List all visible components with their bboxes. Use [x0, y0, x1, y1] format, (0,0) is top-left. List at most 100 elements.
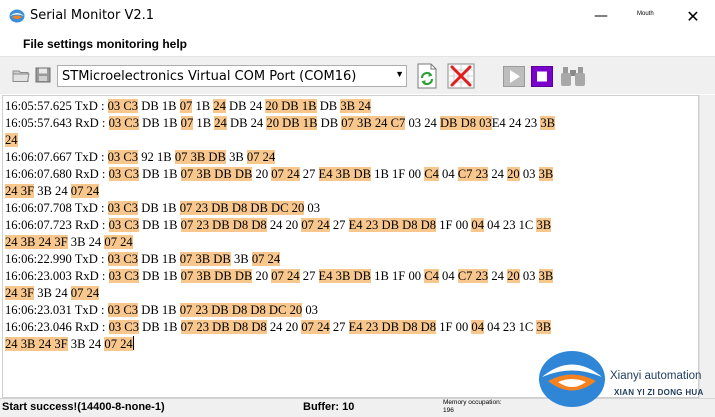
log-highlight: 07 24: [246, 150, 276, 164]
log-highlight: 03 C3: [107, 150, 139, 164]
log-text: 3B 24: [67, 337, 105, 351]
log-text: DB 1B: [138, 252, 180, 266]
save-icon[interactable]: [35, 67, 51, 83]
log-text: 27: [299, 167, 319, 181]
port-select[interactable]: STMicroelectronics Virtual COM Port (COM…: [57, 65, 407, 87]
log-text: 24: [488, 167, 508, 181]
log-highlight: 03 C3: [108, 269, 140, 283]
log-text: DB: [316, 99, 341, 113]
minimize-button[interactable]: —: [578, 0, 624, 32]
log-text: DB 1B: [138, 201, 180, 215]
log-highlight: 07 3B DB: [174, 150, 226, 164]
log-highlight: 07 23 DB D8 D8 DC 20: [179, 303, 303, 317]
log-highlight: 24 3B 24 3F: [5, 235, 68, 249]
log-highlight: 20: [507, 167, 520, 181]
memory-value: 196: [443, 407, 454, 414]
log-text: 3B: [225, 150, 247, 164]
log-highlight: C4: [424, 269, 439, 283]
title-bar: Serial Monitor V2.1 Mouth — ✕: [0, 0, 715, 32]
log-highlight: 03 C3: [108, 167, 140, 181]
log-line: 16:06:23.031 TxD : 03 C3 DB 1B 07 23 DB …: [5, 302, 318, 319]
monitor-output[interactable]: 16:05:57.625 TxD : 03 C3 DB 1B 07 1B 24 …: [2, 95, 699, 398]
log-text: 27: [329, 320, 349, 334]
status-bar: Start success!(14400-8-none-1) Buffer: 1…: [0, 398, 715, 417]
log-highlight: E4 23 DB D8 D8: [348, 218, 437, 232]
stop-icon[interactable]: [531, 66, 553, 87]
log-text: DB 1B: [138, 99, 180, 113]
log-line: 24 3B 24 3F 3B 24 07 24: [5, 234, 133, 251]
log-text: 04 23 1C: [484, 218, 537, 232]
log-highlight: 04: [471, 218, 484, 232]
log-text: 24: [488, 269, 508, 283]
close-button[interactable]: ✕: [670, 0, 715, 32]
log-text: DB 1B: [139, 320, 181, 334]
log-highlight: 24: [5, 133, 18, 147]
log-highlight: 07 24: [70, 286, 100, 300]
log-line: 24: [5, 132, 18, 149]
log-text: DB 1B: [139, 116, 181, 130]
log-text: DB 1B: [139, 218, 181, 232]
log-text: 16:05:57.625 TxD :: [5, 99, 108, 113]
log-highlight: 24 3F: [5, 184, 35, 198]
mouth-label: Mouth: [637, 11, 654, 17]
log-highlight: 03 C3: [108, 218, 140, 232]
log-highlight: 3B: [538, 269, 554, 283]
log-highlight: 03 C3: [107, 252, 139, 266]
log-text: 1B: [192, 99, 214, 113]
log-text: 20: [252, 269, 272, 283]
play-icon[interactable]: [503, 66, 525, 87]
log-text: 03 24: [405, 116, 440, 130]
log-highlight: DB D8 03: [439, 116, 492, 130]
log-highlight: 20 DB 1B: [266, 116, 318, 130]
log-text: 16:06:07.667 TxD :: [5, 150, 108, 164]
log-highlight: 07 3B DB: [179, 252, 231, 266]
folder-icon[interactable]: [12, 68, 30, 83]
log-highlight: 07 24: [301, 320, 330, 334]
log-text: 24 20: [266, 320, 302, 334]
log-text: 1F 00: [436, 218, 472, 232]
log-line: 24 3B 24 3F 3B 24 07 24: [5, 336, 134, 353]
log-highlight: 03 C3: [108, 320, 140, 334]
clear-icon[interactable]: [447, 63, 475, 89]
vertical-scrollbar[interactable]: [699, 95, 715, 398]
log-text: 16:06:23.046 RxD :: [5, 320, 109, 334]
log-text: DB 1B: [139, 167, 181, 181]
log-line: 16:06:23.003 RxD : 03 C3 DB 1B 07 3B DB …: [5, 268, 554, 285]
log-text: 03: [302, 303, 318, 317]
log-highlight: 07: [180, 116, 194, 130]
log-text: 16:06:07.680 RxD :: [5, 167, 109, 181]
log-highlight: 3B 24: [340, 99, 371, 113]
buffer-count: Buffer: 10: [303, 401, 355, 413]
binoculars-icon[interactable]: [560, 65, 586, 87]
log-highlight: 07 23 DB D8 D8: [180, 320, 267, 334]
log-text: DB 24: [226, 116, 267, 130]
close-icon: ✕: [686, 6, 700, 26]
chevron-down-icon[interactable]: ▼: [395, 69, 404, 79]
log-text: 16:06:07.708 TxD :: [5, 201, 108, 215]
refresh-icon[interactable]: [416, 63, 438, 89]
log-text: 16:06:07.723 RxD :: [5, 218, 109, 232]
log-highlight: 07 24: [104, 235, 133, 249]
log-text: 1B 1F 00: [371, 167, 425, 181]
log-line: 16:06:22.990 TxD : 03 C3 DB 1B 07 3B DB …: [5, 251, 281, 268]
window-title: Serial Monitor V2.1: [30, 8, 155, 23]
port-select-value: STMicroelectronics Virtual COM Port (COM…: [62, 69, 357, 84]
log-highlight: 07 23 DB D8 D8: [180, 218, 267, 232]
log-text: 03: [519, 269, 539, 283]
menu-file-settings-monitoring-help[interactable]: File settings monitoring help: [23, 37, 187, 51]
log-text: 1B: [193, 116, 215, 130]
log-highlight: C7 23: [457, 269, 489, 283]
log-text: 1B 1F 00: [371, 269, 425, 283]
log-highlight: 3B: [536, 218, 552, 232]
log-text: 92 1B: [138, 150, 175, 164]
log-highlight: 07 23 DB D8 DB DC 20: [179, 201, 305, 215]
log-highlight: 20: [507, 269, 520, 283]
toolbar: STMicroelectronics Virtual COM Port (COM…: [0, 56, 715, 94]
log-line: 16:05:57.643 RxD : 03 C3 DB 1B 07 1B 24 …: [5, 115, 556, 132]
log-line: 24 3F 3B 24 07 24: [5, 183, 100, 200]
log-highlight: E4 3B DB: [318, 269, 371, 283]
log-highlight: 07 24: [271, 269, 300, 283]
log-highlight: 03 C3: [108, 116, 140, 130]
log-highlight: 07 3B 24 C7: [341, 116, 406, 130]
log-text: 1F 00: [436, 320, 472, 334]
